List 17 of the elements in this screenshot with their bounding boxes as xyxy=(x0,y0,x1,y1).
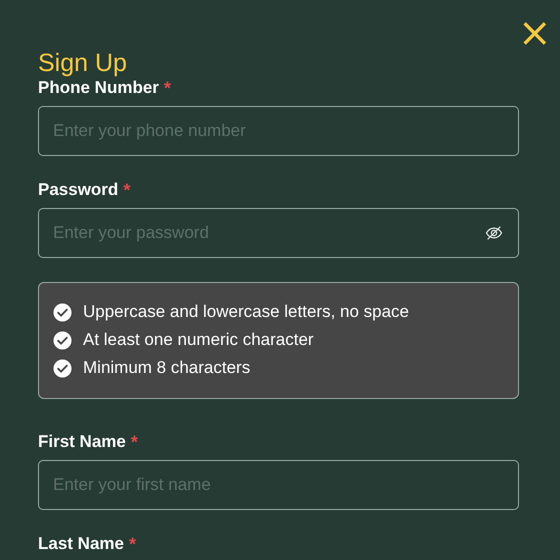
required-mark: * xyxy=(164,78,171,98)
dialog-title: Sign Up xyxy=(38,48,127,78)
field-label: Last Name xyxy=(38,534,124,554)
required-mark: * xyxy=(128,534,136,554)
field-label: Phone Number xyxy=(38,78,159,98)
field-label: First Name xyxy=(38,432,126,452)
rule-text: At least one numeric character xyxy=(83,330,314,350)
rule-text: Uppercase and lowercase letters, no space xyxy=(83,302,410,322)
close-button[interactable]: × xyxy=(518,18,546,48)
input-field[interactable]: Enter your first name xyxy=(38,460,519,510)
input-field[interactable]: Enter your phone number xyxy=(38,106,519,156)
hidden-eye-icon[interactable] xyxy=(485,224,503,242)
password-field[interactable]: Enter your password xyxy=(38,208,519,258)
required-mark: * xyxy=(130,432,138,452)
rule-text: Minimum 8 characters xyxy=(83,358,250,378)
field-label: Password xyxy=(38,180,118,200)
required-mark: * xyxy=(123,180,130,200)
